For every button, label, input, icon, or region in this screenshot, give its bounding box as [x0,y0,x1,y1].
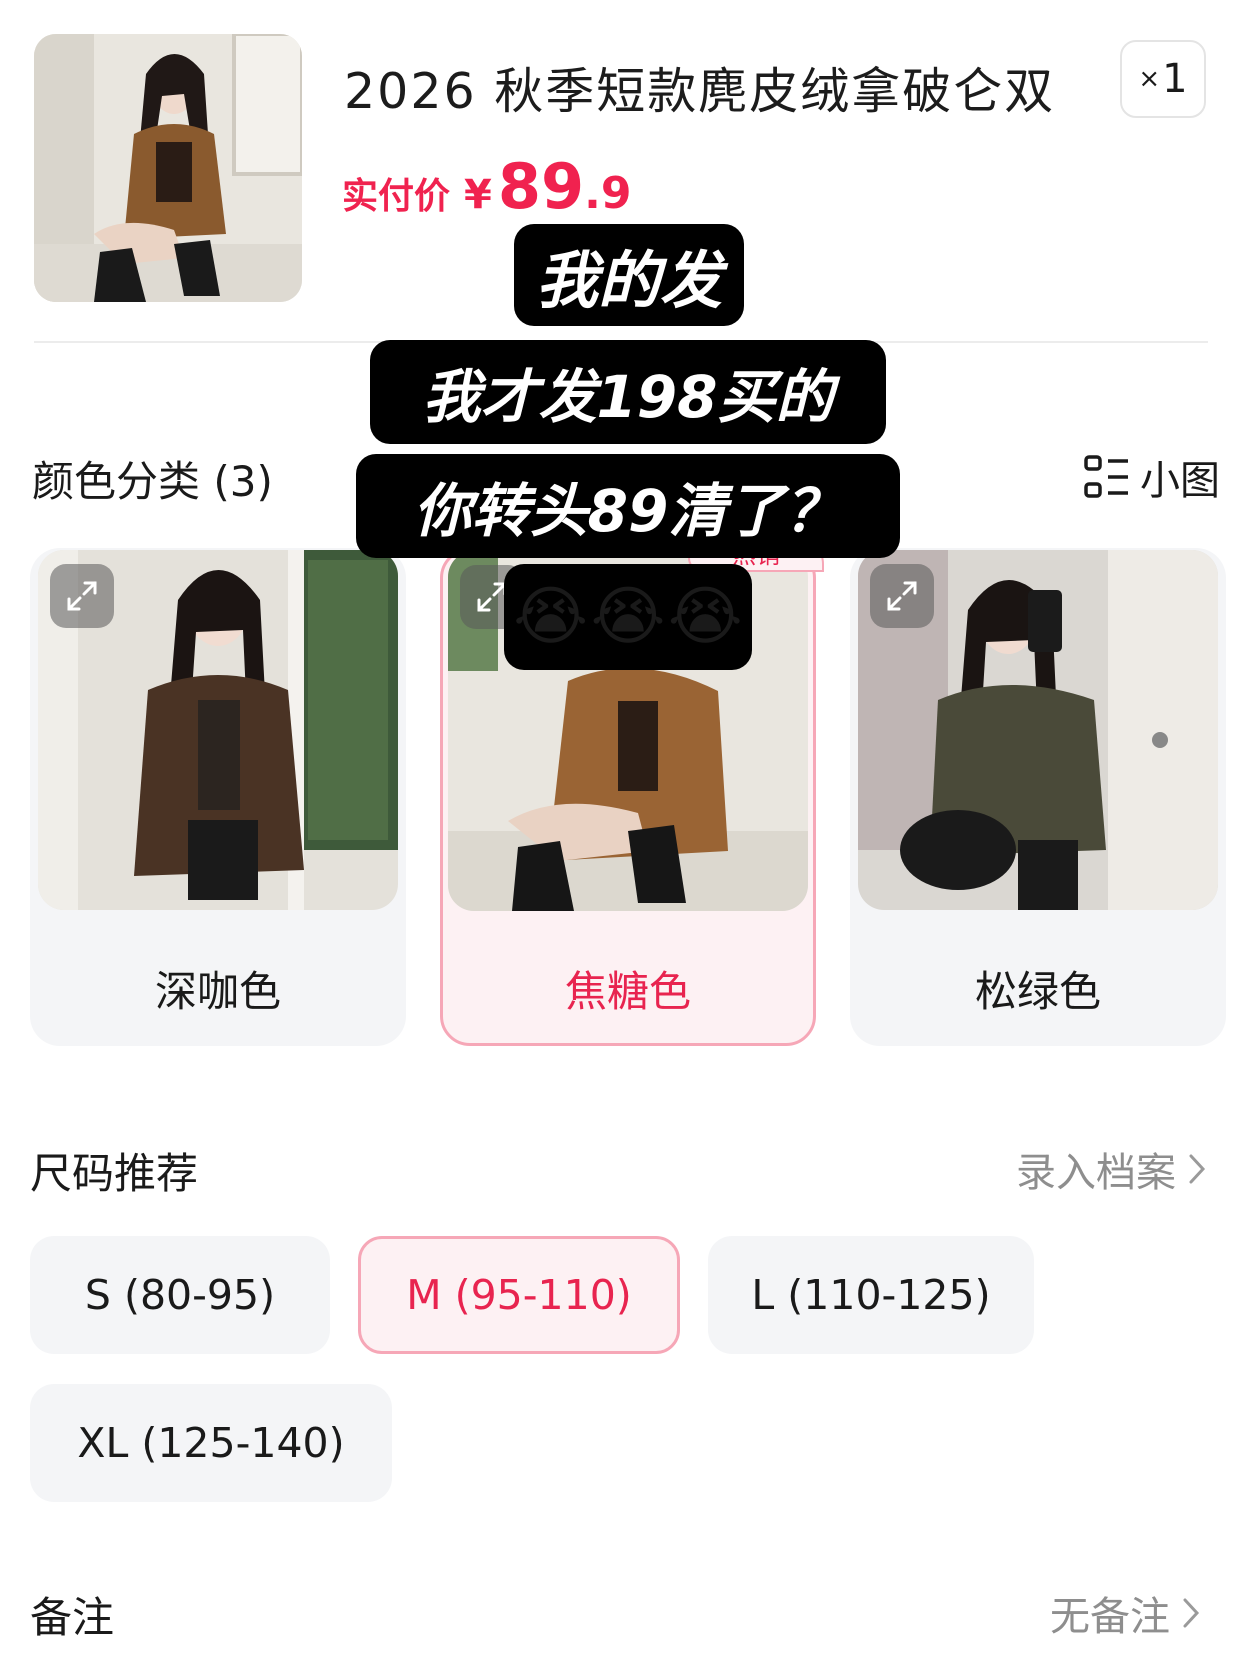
caption-line-1: 我的发 [514,224,744,326]
product-photo [34,34,302,302]
crying-face-icon: 😭 [513,580,589,654]
price-label: 实付价 [342,176,451,217]
size-option-l[interactable]: L (110-125) [708,1236,1034,1354]
product-title: 2026 秋季短款麂皮绒拿破仑双 [344,63,1056,120]
crying-face-icon: 😭 [590,580,666,654]
price-row: 实付价 ¥ 89 .9 [342,150,631,223]
expand-icon [67,581,97,611]
remark-field[interactable]: 无备注 [1050,1584,1200,1642]
expand-image-button[interactable] [50,564,114,628]
price-integer: 89 [497,150,585,223]
size-profile-link-label: 录入档案 [1016,1150,1176,1196]
list-grid-icon [1084,455,1128,498]
size-profile-link[interactable]: 录入档案 [1016,1140,1206,1198]
color-option-image [38,550,398,910]
size-section-title: 尺码推荐 [30,1149,199,1198]
size-option-m[interactable]: M (95-110) [358,1236,680,1354]
crying-face-icon: 😭 [667,580,743,654]
view-toggle-label: 小图 [1140,458,1220,504]
color-option-label: 松绿色 [974,967,1101,1016]
remark-section-title: 备注 [30,1593,115,1642]
caption-line-2: 我才发198买的 [370,340,886,444]
quantity-value: 1 [1162,56,1188,102]
quantity-prefix: × [1138,64,1161,94]
quantity-stepper[interactable]: × 1 [1120,40,1206,118]
color-section-title: 颜色分类 (3) [32,457,273,506]
color-option-label: 焦糖色 [564,967,691,1016]
expand-image-button[interactable] [870,564,934,628]
color-option-label: 深咖色 [154,967,281,1016]
view-toggle-button[interactable]: 小图 [1084,448,1220,506]
size-option-s[interactable]: S (80-95) [30,1236,330,1354]
price-currency: ¥ [464,172,492,218]
color-option-pine-green[interactable]: 松绿色 [850,548,1226,1046]
remark-value: 无备注 [1050,1594,1170,1640]
chevron-right-icon [1189,1154,1206,1184]
product-thumbnail[interactable] [34,34,302,302]
chevron-right-icon [1183,1598,1200,1628]
expand-icon [887,581,917,611]
color-option-dark-coffee[interactable]: 深咖色 [30,548,406,1046]
crying-emoji-row: 😭 😭 😭 [504,564,752,670]
price-decimal: .9 [584,168,632,219]
color-option-image [858,550,1218,910]
caption-line-3: 你转头89清了？ [356,454,900,558]
size-option-xl[interactable]: XL (125-140) [30,1384,392,1502]
